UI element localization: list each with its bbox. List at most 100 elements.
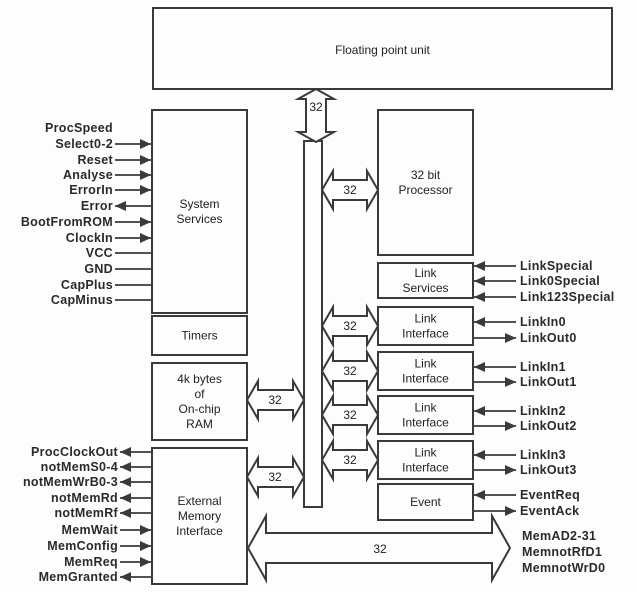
arrow-head-icon [474, 362, 485, 372]
memory-bus-signal-label: MemnotWrD0 [522, 561, 605, 575]
signal-label: BootFromROM [21, 215, 113, 229]
signal-memreq: MemReq [64, 555, 152, 569]
block-link-interface-2: LinkInterface [377, 395, 474, 435]
arrow-head-icon [140, 541, 151, 551]
memory-bus-signal-label: MemAD2-31 [522, 529, 596, 543]
block-label: 32 bit [411, 168, 441, 182]
arrow-head-icon [140, 233, 151, 243]
block-link-interface-3: LinkInterface [377, 440, 474, 480]
block-timers: Timers [151, 315, 248, 356]
emi-bus-width: 32 [268, 470, 282, 484]
signal-notmemrd: notMemRd [51, 491, 152, 505]
signal-eventreq: EventReq [474, 488, 580, 502]
block-label: of [194, 387, 205, 401]
arrow-head-icon [140, 185, 151, 195]
block-label: Link [414, 357, 437, 371]
signal-label: CapMinus [51, 293, 113, 307]
signal-eventack: EventAck [474, 504, 579, 518]
signal-label: LinkIn1 [520, 360, 566, 374]
signal-notmems0-4: notMemS0-4 [41, 460, 152, 474]
block-emi: ExternalMemoryInterface [151, 447, 248, 585]
signal-linkout3: LinkOut3 [474, 463, 576, 477]
signal-label: LinkIn2 [520, 404, 566, 418]
signal-notmemrf: notMemRf [54, 506, 152, 520]
block-label: System [179, 197, 219, 211]
signal-label: ErrorIn [69, 183, 113, 197]
block-label: Floating point unit [335, 43, 430, 57]
signal-link0special: Link0Special [474, 274, 600, 288]
signal-clockin: ClockIn [66, 231, 152, 245]
signal-label: CapPlus [61, 278, 113, 292]
block-label: On-chip [178, 402, 220, 416]
signal-label: LinkIn0 [520, 315, 566, 329]
block-label: Link [414, 312, 437, 326]
arrow-head-icon [120, 477, 131, 487]
signal-label: notMemRd [51, 491, 118, 505]
memory-bus-width: 32 [373, 542, 387, 556]
arrow-head-icon [505, 333, 516, 343]
arrow-head-icon [505, 506, 516, 516]
internal-bus [303, 140, 323, 508]
signal-label: VCC [86, 246, 113, 260]
arrow-head-icon [120, 572, 131, 582]
arrow-head-icon [505, 377, 516, 387]
signal-linkin3: LinkIn3 [474, 448, 566, 462]
signal-notmemwrb0-3: notMemWrB0-3 [23, 475, 152, 489]
signal-label: notMemWrB0-3 [23, 475, 118, 489]
arrow-head-icon [474, 317, 485, 327]
block-label: Event [410, 495, 441, 509]
block-label: RAM [186, 417, 213, 431]
block-label: Timers [181, 329, 217, 343]
transputer-block-diagram: Floating point unit SystemServices Timers 4… [21, 7, 614, 585]
signal-label: ProcSpeed [45, 121, 113, 135]
signal-memgranted: MemGranted [39, 570, 152, 584]
block-label: External [177, 494, 221, 508]
block-link-interface-1: LinkInterface [377, 351, 474, 391]
arrow-head-icon [120, 508, 131, 518]
signal-gnd: GND [84, 262, 152, 276]
arrow-head-icon [505, 421, 516, 431]
block-label: Link [414, 401, 437, 415]
arrow-head-icon [140, 217, 151, 227]
signal-procclockout: ProcClockOut [31, 445, 152, 459]
block-label: Interface [402, 327, 449, 341]
signal-label: LinkOut0 [520, 331, 577, 345]
signal-capminus: CapMinus [51, 293, 152, 307]
signal-label: Link0Special [520, 274, 600, 288]
fpu-bus-width: 32 [309, 100, 323, 114]
arrow-head-icon [474, 261, 485, 271]
arrow-head-icon [474, 276, 485, 286]
block-label: Memory [178, 509, 221, 523]
block-link-services: LinkServices [377, 262, 474, 299]
signal-label: Analyse [63, 168, 113, 182]
signal-label: Error [81, 199, 113, 213]
block-event: Event [377, 483, 474, 521]
signal-capplus: CapPlus [61, 278, 152, 292]
block-label: Interface [402, 372, 449, 386]
block-label: Services [176, 212, 222, 226]
block-label: Link [414, 266, 437, 280]
signal-label: EventReq [520, 488, 580, 502]
signal-vcc: VCC [86, 246, 152, 260]
signal-linkin2: LinkIn2 [474, 404, 566, 418]
signal-linkout0: LinkOut0 [474, 331, 577, 345]
arrow-head-icon [120, 493, 131, 503]
ram-bus-width: 32 [268, 393, 282, 407]
block-label: Interface [176, 524, 223, 538]
signal-label: GND [84, 262, 113, 276]
arrow-head-icon [140, 170, 151, 180]
signal-select0-2: Select0-2 [55, 137, 152, 151]
arrow-head-icon [140, 139, 151, 149]
arrow-head-icon [474, 406, 485, 416]
block-label: 4k bytes [177, 372, 222, 386]
processor-bus-width: 32 [343, 183, 357, 197]
signal-bootfromrom: BootFromROM [21, 215, 152, 229]
signal-label: ProcClockOut [31, 445, 118, 459]
signal-memconfig: MemConfig [47, 539, 152, 553]
signal-label: MemGranted [39, 570, 118, 584]
arrow-head-icon [120, 447, 131, 457]
link-bus-width-0: 32 [343, 319, 357, 333]
arrow-head-icon [474, 292, 485, 302]
signal-label: MemWait [61, 523, 118, 537]
signal-analyse: Analyse [63, 168, 152, 182]
